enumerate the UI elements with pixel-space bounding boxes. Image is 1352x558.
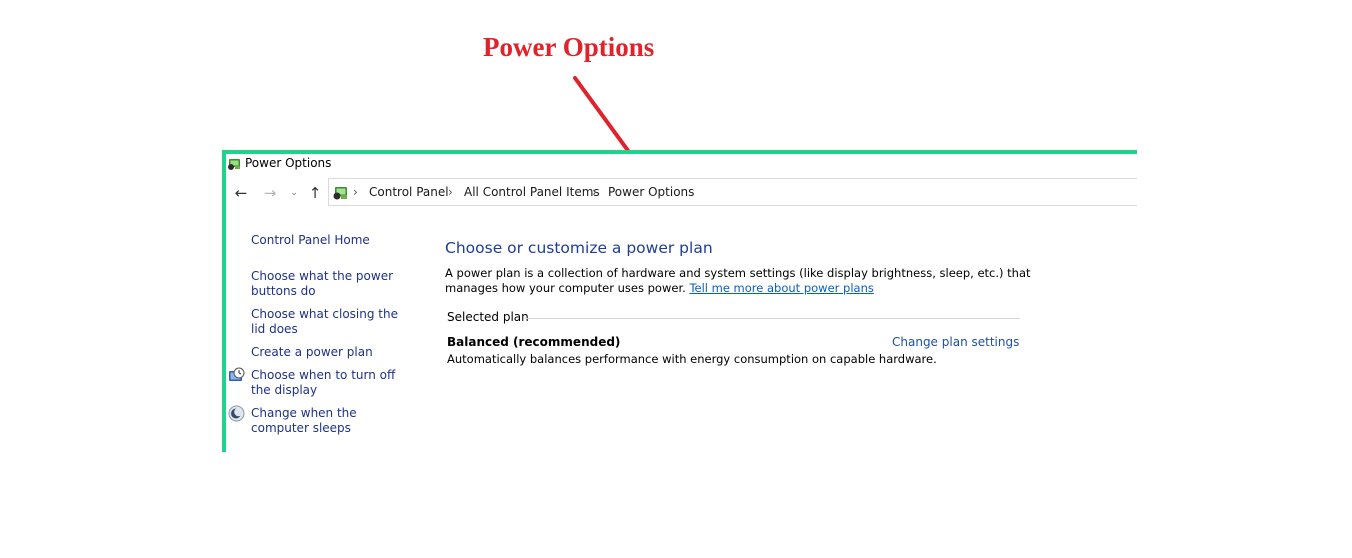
- display-clock-icon: [229, 367, 245, 381]
- up-arrow-icon[interactable]: ↑: [306, 184, 324, 202]
- breadcrumb-separator[interactable]: ›: [353, 185, 358, 199]
- title-bar: Power Options: [226, 154, 1137, 174]
- sidebar-item-computer-sleeps[interactable]: Change when the computer sleeps: [251, 406, 411, 436]
- power-options-window: Power Options ← → ⌄ ↑ › Control Panel › …: [222, 150, 1137, 452]
- power-options-icon: [228, 159, 240, 170]
- sidebar-item-power-buttons[interactable]: Choose what the power buttons do: [251, 269, 411, 299]
- breadcrumb-control-panel[interactable]: Control Panel: [369, 185, 449, 200]
- page-title: Choose or customize a power plan: [445, 239, 713, 257]
- forward-arrow-icon[interactable]: →: [261, 184, 279, 202]
- left-task-pane: Control Panel Home Choose what the power…: [226, 224, 426, 452]
- back-arrow-icon[interactable]: ←: [232, 184, 250, 202]
- recent-locations-chevron-icon[interactable]: ⌄: [288, 184, 300, 202]
- selected-plan-label: Selected plan: [447, 310, 529, 324]
- sidebar-item-turn-off-display[interactable]: Choose when to turn off the display: [251, 368, 411, 398]
- control-panel-icon: [333, 187, 347, 200]
- plan-name: Balanced (recommended): [447, 335, 621, 349]
- screenshot-stage: Power Options Power Options ← → ⌄ ↑ › Co…: [0, 0, 1352, 558]
- page-description: A power plan is a collection of hardware…: [445, 266, 1045, 296]
- learn-more-link[interactable]: Tell me more about power plans: [689, 281, 873, 295]
- annotation-title: Power Options: [483, 32, 655, 62]
- change-plan-settings-link[interactable]: Change plan settings: [892, 335, 1019, 350]
- breadcrumb-separator[interactable]: ›: [448, 185, 453, 199]
- group-divider: [525, 318, 1020, 319]
- breadcrumb-power-options[interactable]: Power Options: [608, 185, 694, 200]
- sidebar-item-closing-lid[interactable]: Choose what closing the lid does: [251, 307, 411, 337]
- moon-icon: [228, 405, 245, 422]
- plan-description: Automatically balances performance with …: [447, 352, 937, 366]
- sidebar-item-control-panel-home[interactable]: Control Panel Home: [251, 233, 411, 248]
- breadcrumb-all-control-panel-items[interactable]: All Control Panel Items: [464, 185, 600, 200]
- window-title: Power Options: [245, 156, 332, 170]
- sidebar-item-create-power-plan[interactable]: Create a power plan: [251, 345, 411, 360]
- breadcrumb-separator[interactable]: ›: [592, 185, 597, 199]
- address-bar[interactable]: › Control Panel › All Control Panel Item…: [328, 178, 1137, 206]
- navigation-bar: ← → ⌄ ↑ › Control Panel › All Control Pa…: [226, 178, 1137, 208]
